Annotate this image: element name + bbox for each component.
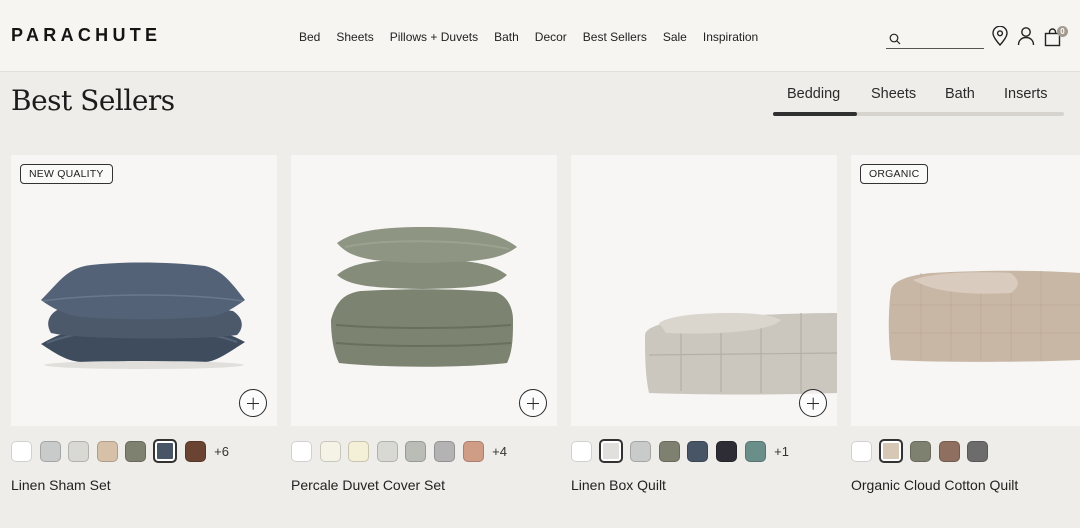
color-swatch[interactable] (68, 440, 90, 462)
color-swatch[interactable] (11, 440, 32, 462)
color-swatches (851, 439, 996, 463)
color-swatch[interactable] (462, 440, 484, 462)
color-swatch[interactable] (405, 440, 427, 462)
color-swatch[interactable] (658, 440, 680, 462)
product-badge: NEW QUALITY (20, 164, 113, 184)
account-icon[interactable] (1017, 26, 1035, 46)
folded-quilt-image (645, 313, 837, 395)
tab-bath[interactable]: Bath (945, 86, 975, 102)
location-pin-icon[interactable] (991, 26, 1009, 46)
color-swatch[interactable] (376, 440, 398, 462)
cart-count-badge: 0 (1057, 26, 1068, 37)
site-header: PARACHUTE Bed Sheets Pillows + Duvets Ba… (0, 0, 1080, 72)
nav-item-pillows-duvets[interactable]: Pillows + Duvets (390, 30, 478, 44)
more-colors-count[interactable]: +1 (774, 444, 789, 459)
product-image[interactable] (291, 155, 557, 426)
color-swatches: +1 (571, 439, 789, 463)
product-card[interactable]: +1 Linen Box Quilt (571, 155, 837, 528)
quick-add-button[interactable] (239, 389, 267, 417)
color-swatches: +6 (11, 439, 229, 463)
product-card[interactable]: ORGANIC Organic Cloud Cotton Quilt (851, 155, 1080, 528)
tab-scroll-indicator (773, 112, 858, 116)
color-swatch[interactable] (152, 439, 177, 463)
tab-sheets[interactable]: Sheets (871, 86, 916, 102)
color-swatch[interactable] (39, 440, 61, 462)
color-swatch[interactable] (125, 440, 147, 462)
nav-item-bed[interactable]: Bed (299, 30, 320, 44)
color-swatch[interactable] (433, 440, 455, 462)
color-swatch[interactable] (910, 440, 932, 462)
product-image[interactable] (571, 155, 837, 426)
search-icon (889, 33, 901, 45)
color-swatch[interactable] (319, 440, 341, 462)
search-box (886, 28, 984, 49)
category-tabs: Bedding Sheets Bath Inserts (773, 86, 1065, 106)
nav-item-inspiration[interactable]: Inspiration (703, 30, 758, 44)
product-name[interactable]: Percale Duvet Cover Set (291, 477, 445, 493)
nav-item-decor[interactable]: Decor (535, 30, 567, 44)
more-colors-count[interactable]: +6 (214, 444, 229, 459)
folded-cloud-quilt-image (888, 270, 1080, 362)
main-nav: Bed Sheets Pillows + Duvets Bath Decor B… (299, 30, 758, 44)
product-image[interactable] (11, 155, 277, 426)
more-colors-count[interactable]: +4 (492, 444, 507, 459)
color-swatch[interactable] (715, 440, 737, 462)
tab-scroll-track[interactable] (773, 112, 1064, 116)
color-swatch[interactable] (851, 440, 872, 462)
color-swatch[interactable] (184, 440, 206, 462)
color-swatch[interactable] (630, 440, 652, 462)
color-swatch[interactable] (744, 440, 766, 462)
color-swatch[interactable] (598, 439, 623, 463)
product-card[interactable]: NEW QUALITY +6 Linen Sham Set (11, 155, 277, 528)
product-badge: ORGANIC (860, 164, 929, 184)
quick-add-button[interactable] (799, 389, 827, 417)
product-name[interactable]: Organic Cloud Cotton Quilt (851, 477, 1018, 493)
nav-item-bath[interactable]: Bath (494, 30, 519, 44)
product-image[interactable] (851, 155, 1080, 426)
color-swatch[interactable] (96, 440, 118, 462)
brand-logo[interactable]: PARACHUTE (11, 25, 161, 46)
duvet-stack-image (331, 227, 517, 367)
color-swatches: +4 (291, 440, 507, 462)
product-name[interactable]: Linen Sham Set (11, 477, 111, 493)
product-name[interactable]: Linen Box Quilt (571, 477, 666, 493)
pillow-stack-image (41, 262, 245, 369)
color-swatch[interactable] (571, 440, 592, 462)
quick-add-button[interactable] (519, 389, 547, 417)
color-swatch[interactable] (687, 440, 709, 462)
color-swatch[interactable] (938, 440, 960, 462)
tab-inserts[interactable]: Inserts (1004, 86, 1048, 102)
product-card[interactable]: +4 Percale Duvet Cover Set (291, 155, 557, 528)
color-swatch[interactable] (967, 440, 989, 462)
nav-item-sale[interactable]: Sale (663, 30, 687, 44)
tab-bedding[interactable]: Bedding (787, 86, 840, 102)
color-swatch[interactable] (878, 439, 903, 463)
nav-item-best-sellers[interactable]: Best Sellers (583, 30, 647, 44)
nav-item-sheets[interactable]: Sheets (336, 30, 373, 44)
color-swatch[interactable] (291, 440, 312, 462)
page-title: Best Sellers (11, 84, 175, 117)
search-input[interactable] (906, 30, 982, 46)
color-swatch[interactable] (348, 440, 370, 462)
